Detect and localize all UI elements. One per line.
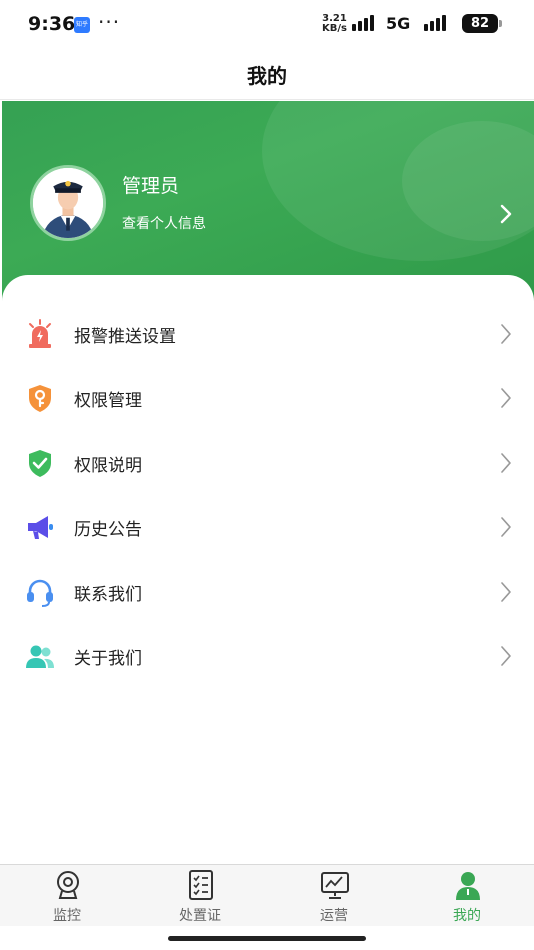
webcam-icon bbox=[57, 871, 79, 899]
signal-icon-2 bbox=[424, 15, 446, 31]
police-officer-avatar[interactable] bbox=[30, 165, 106, 241]
megaphone-icon bbox=[28, 516, 53, 539]
menu-card: 报警推送设置 权限管理 权限说明 历史公告 联系我们 关于我们 bbox=[2, 275, 534, 865]
menu-item-about-us[interactable]: 关于我们 bbox=[2, 624, 534, 688]
menu-label-about-us: 关于我们 bbox=[74, 649, 142, 669]
profile-banner[interactable]: 管理员 查看个人信息 bbox=[2, 101, 534, 301]
network-type: 5G bbox=[386, 14, 411, 33]
chevron-right-icon bbox=[501, 646, 511, 666]
menu-label-permission-management: 权限管理 bbox=[74, 391, 142, 411]
navigation-bar: 我的 bbox=[0, 48, 534, 100]
username: 管理员 bbox=[122, 175, 180, 197]
status-time: 9:36 bbox=[28, 13, 76, 35]
status-bar: 9:36 知乎 ··· 3.21 KB/s 5G 82 bbox=[0, 0, 534, 48]
users-icon bbox=[26, 645, 54, 668]
checklist-icon bbox=[189, 870, 213, 900]
chevron-right-icon bbox=[501, 388, 511, 408]
signal-icon bbox=[352, 15, 374, 31]
chevron-right-icon bbox=[501, 453, 511, 473]
more-notifications-icon: ··· bbox=[98, 10, 121, 34]
tab-label-disposal-certificate: 处置证 bbox=[179, 908, 221, 924]
view-profile-link[interactable]: 查看个人信息 bbox=[122, 213, 206, 233]
headset-icon bbox=[27, 579, 53, 607]
tab-bar: 监控 处置证 运营 我的 bbox=[0, 864, 534, 926]
tab-label-mine: 我的 bbox=[453, 908, 481, 924]
network-speed: 3.21 KB/s bbox=[322, 13, 347, 34]
chevron-right-icon bbox=[501, 582, 511, 602]
tab-label-operations: 运营 bbox=[320, 908, 348, 924]
shield-check-icon bbox=[29, 450, 51, 477]
alarm-siren-icon bbox=[29, 319, 51, 348]
tab-disposal-certificate[interactable]: 处置证 bbox=[150, 865, 250, 927]
shield-key-icon bbox=[29, 385, 51, 412]
menu-item-alarm-push[interactable]: 报警推送设置 bbox=[2, 302, 534, 366]
chevron-right-icon[interactable] bbox=[496, 204, 516, 224]
zhihu-app-icon: 知乎 bbox=[74, 17, 90, 33]
home-indicator[interactable] bbox=[168, 936, 366, 941]
page-title: 我的 bbox=[247, 64, 287, 88]
tab-operations[interactable]: 运营 bbox=[284, 865, 384, 927]
tab-mine[interactable]: 我的 bbox=[417, 865, 517, 927]
person-icon bbox=[456, 872, 480, 900]
menu-label-alarm-push: 报警推送设置 bbox=[74, 327, 176, 347]
chevron-right-icon bbox=[501, 324, 511, 344]
menu-label-history-announcements: 历史公告 bbox=[74, 520, 142, 540]
tab-label-monitor: 监控 bbox=[53, 908, 81, 924]
chevron-right-icon bbox=[501, 517, 511, 537]
chart-board-icon bbox=[321, 872, 349, 899]
menu-item-permission-management[interactable]: 权限管理 bbox=[2, 366, 534, 430]
menu-item-contact-us[interactable]: 联系我们 bbox=[2, 560, 534, 624]
menu-label-contact-us: 联系我们 bbox=[74, 585, 142, 605]
tab-monitor[interactable]: 监控 bbox=[17, 865, 117, 927]
menu-item-permission-description[interactable]: 权限说明 bbox=[2, 431, 534, 495]
menu-label-permission-description: 权限说明 bbox=[74, 456, 142, 476]
battery-icon: 82 bbox=[462, 14, 502, 33]
menu-item-history-announcements[interactable]: 历史公告 bbox=[2, 495, 534, 559]
